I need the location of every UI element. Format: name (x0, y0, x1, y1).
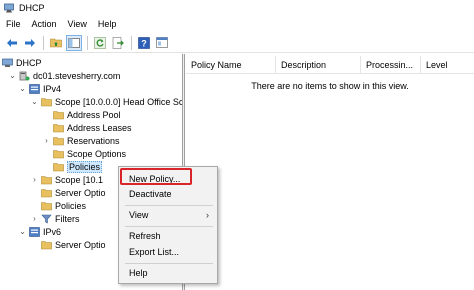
tree-item-ipv6[interactable]: ⌄ IPv6 (18, 225, 61, 238)
folder-icon (41, 97, 52, 106)
menu-separator (125, 263, 213, 264)
help-icon[interactable]: ? (136, 35, 152, 51)
menu-bar: File Action View Help (0, 16, 474, 32)
folder-icon (53, 162, 64, 171)
folder-icon (41, 175, 52, 184)
menu-item-label: View (129, 210, 149, 220)
ipv6-icon (29, 226, 40, 237)
tree-item-label: Server Optio (55, 239, 106, 250)
tree-item-reservations[interactable]: › Reservations (42, 134, 120, 147)
tree-item-policies[interactable]: Policies (41, 199, 86, 212)
tree-item-label: IPv4 (43, 83, 62, 94)
tree-item-label: Address Leases (67, 122, 132, 133)
toolbar-separator (43, 35, 44, 50)
tree-item-address-pool[interactable]: Address Pool (53, 108, 121, 121)
tree-item-scope-head-office[interactable]: ⌄ Scope [10.0.0.0] Head Office Sco (30, 95, 183, 108)
dhcp-app-icon (4, 3, 14, 13)
annotation-highlight-box (120, 168, 192, 185)
up-folder-icon[interactable] (48, 35, 64, 51)
menu-item-export-list[interactable]: Export List... (129, 245, 179, 259)
tree-item-label: Reservations (67, 135, 120, 146)
tree-item-scope-second[interactable]: › Scope [10.1 (30, 173, 103, 186)
expand-arrow-icon[interactable]: › (30, 214, 39, 223)
tree-item-label: dc01.stevesherry.com (33, 70, 121, 81)
menu-separator (125, 226, 213, 227)
tree-item-label: Policies (55, 200, 87, 211)
export-list-icon[interactable] (110, 35, 126, 51)
forward-arrow-icon[interactable] (22, 35, 38, 51)
tree-item-address-leases[interactable]: Address Leases (53, 121, 132, 134)
expand-arrow-icon[interactable]: › (42, 136, 51, 145)
menu-separator (125, 205, 213, 206)
server-icon (19, 71, 30, 80)
tree-item-label: DHCP (16, 57, 42, 68)
folder-icon (41, 201, 52, 210)
tree-item-scope-policies[interactable]: Policies (53, 160, 103, 173)
folder-icon (53, 136, 64, 145)
result-pane[interactable]: Policy Name Description Processin... Lev… (186, 54, 474, 290)
tree-item-label: Scope Options (67, 148, 127, 159)
tree-item-label: IPv6 (43, 226, 62, 237)
filter-icon (41, 214, 52, 223)
tree-item-label: Scope [10.0.0.0] Head Office Sco (55, 96, 183, 107)
menu-item-refresh[interactable]: Refresh (129, 229, 161, 243)
menu-file[interactable]: File (0, 16, 26, 32)
menu-item-deactivate[interactable]: Deactivate (129, 187, 172, 201)
column-header-description[interactable]: Description (276, 56, 361, 73)
properties-icon[interactable] (154, 35, 170, 51)
dhcp-icon (2, 58, 13, 67)
collapse-arrow-icon[interactable]: ⌄ (8, 71, 17, 80)
window-title: DHCP (19, 3, 45, 13)
folder-icon (41, 188, 52, 197)
folder-icon (53, 149, 64, 158)
tree-item-label: Scope [10.1 (55, 174, 104, 185)
refresh-icon[interactable] (92, 35, 108, 51)
folder-icon (53, 123, 64, 132)
show-hide-tree-icon[interactable] (66, 34, 82, 51)
column-header-policy-name[interactable]: Policy Name (186, 56, 276, 73)
tree-item-filters[interactable]: › Filters (30, 212, 80, 225)
toolbar-separator (131, 35, 132, 50)
menu-item-help[interactable]: Help (129, 266, 148, 280)
tree-item-dhcp[interactable]: DHCP (2, 56, 42, 69)
folder-icon (53, 110, 64, 119)
tree-item-label: Address Pool (67, 109, 121, 120)
collapse-arrow-icon[interactable]: ⌄ (18, 84, 27, 93)
tree-item-label: Policies (67, 160, 103, 173)
svg-text:?: ? (141, 38, 147, 48)
menu-item-view[interactable]: View › (129, 208, 215, 222)
ipv4-icon (29, 83, 40, 94)
tree-item-server-options-ipv4[interactable]: Server Optio (41, 186, 106, 199)
tree-item-server[interactable]: ⌄ dc01.stevesherry.com (8, 69, 120, 82)
tree-item-label: Filters (55, 213, 80, 224)
toolbar: ? (0, 33, 474, 53)
tree-item-scope-options[interactable]: Scope Options (53, 147, 126, 160)
folder-icon (41, 240, 52, 249)
column-header-processing-order[interactable]: Processin... (361, 56, 421, 73)
toolbar-separator (87, 35, 88, 50)
tree-item-server-options-ipv6[interactable]: Server Optio (41, 238, 106, 251)
collapse-arrow-icon[interactable]: ⌄ (18, 227, 27, 236)
empty-list-message: There are no items to show in this view. (251, 81, 409, 91)
tree-item-ipv4[interactable]: ⌄ IPv4 (18, 82, 61, 95)
tree-item-label: Server Optio (55, 187, 106, 198)
column-header-level[interactable]: Level (421, 56, 474, 73)
menu-action[interactable]: Action (26, 16, 62, 32)
header-divider (186, 73, 474, 74)
menu-help[interactable]: Help (92, 16, 122, 32)
collapse-arrow-icon[interactable]: ⌄ (30, 97, 39, 106)
submenu-arrow-icon: › (206, 210, 209, 220)
title-bar: DHCP (0, 0, 474, 16)
back-arrow-icon[interactable] (4, 35, 20, 51)
expand-arrow-icon[interactable]: › (30, 175, 39, 184)
menu-view[interactable]: View (62, 16, 92, 32)
